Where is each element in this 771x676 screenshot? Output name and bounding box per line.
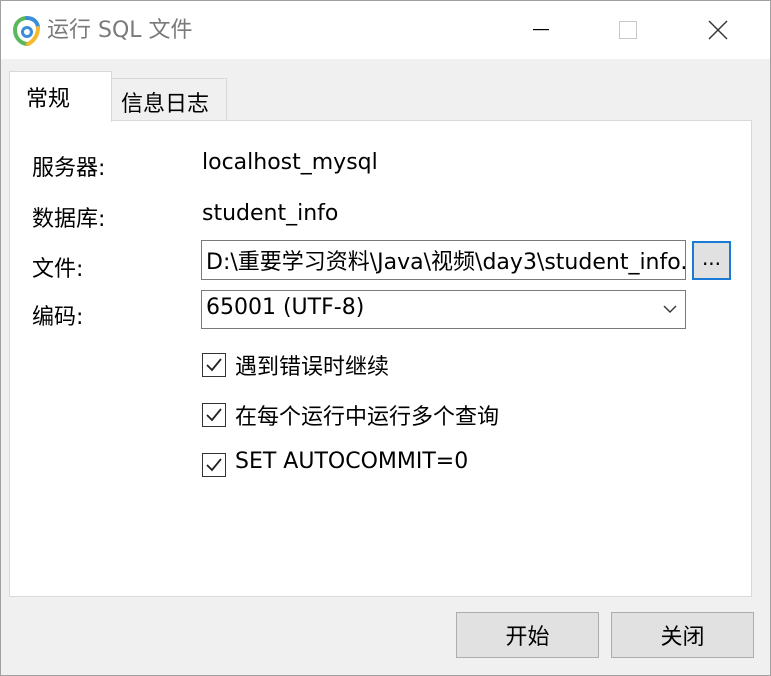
minimize-icon <box>533 29 549 31</box>
file-label: 文件: <box>32 257 84 282</box>
encoding-label: 编码: <box>32 305 84 330</box>
database-label: 数据库: <box>32 207 106 232</box>
encoding-selected-value: 65001 (UTF-8) <box>206 295 365 320</box>
minimize-button[interactable] <box>495 1 587 59</box>
title-bar: 运行 SQL 文件 <box>1 1 770 59</box>
tab-message-log[interactable]: 信息日志 <box>112 78 227 121</box>
autocommit-checkbox[interactable] <box>202 453 226 477</box>
continue-on-error-label: 遇到错误时继续 <box>235 355 390 380</box>
browse-file-button[interactable]: ... <box>692 241 731 280</box>
chevron-down-icon <box>663 305 677 313</box>
close-icon <box>708 20 728 40</box>
continue-on-error-checkbox[interactable] <box>202 353 226 377</box>
close-button[interactable]: 关闭 <box>611 612 754 658</box>
maximize-button[interactable] <box>582 1 674 59</box>
close-window-button[interactable] <box>672 1 764 59</box>
run-sql-file-dialog: 运行 SQL 文件 常规 信息日志 服务器: localhost_mysql 数… <box>0 0 771 676</box>
multiple-queries-checkbox[interactable] <box>202 403 226 427</box>
autocommit-label: SET AUTOCOMMIT=0 <box>235 449 469 474</box>
start-button[interactable]: 开始 <box>456 612 599 658</box>
checkmark-icon <box>206 458 222 472</box>
file-path-input[interactable] <box>201 240 686 280</box>
server-value: localhost_mysql <box>202 150 378 175</box>
checkmark-icon <box>206 358 222 372</box>
multiple-queries-label: 在每个运行中运行多个查询 <box>235 405 500 430</box>
encoding-select[interactable]: 65001 (UTF-8) <box>201 290 686 329</box>
database-value: student_info <box>202 201 339 226</box>
maximize-icon <box>619 21 637 39</box>
window-title: 运行 SQL 文件 <box>47 18 193 43</box>
server-label: 服务器: <box>32 156 106 181</box>
tab-bar: 常规 信息日志 <box>1 59 770 122</box>
checkmark-icon <box>206 408 222 422</box>
navicat-app-icon <box>12 16 40 46</box>
tab-general[interactable]: 常规 <box>9 71 112 122</box>
